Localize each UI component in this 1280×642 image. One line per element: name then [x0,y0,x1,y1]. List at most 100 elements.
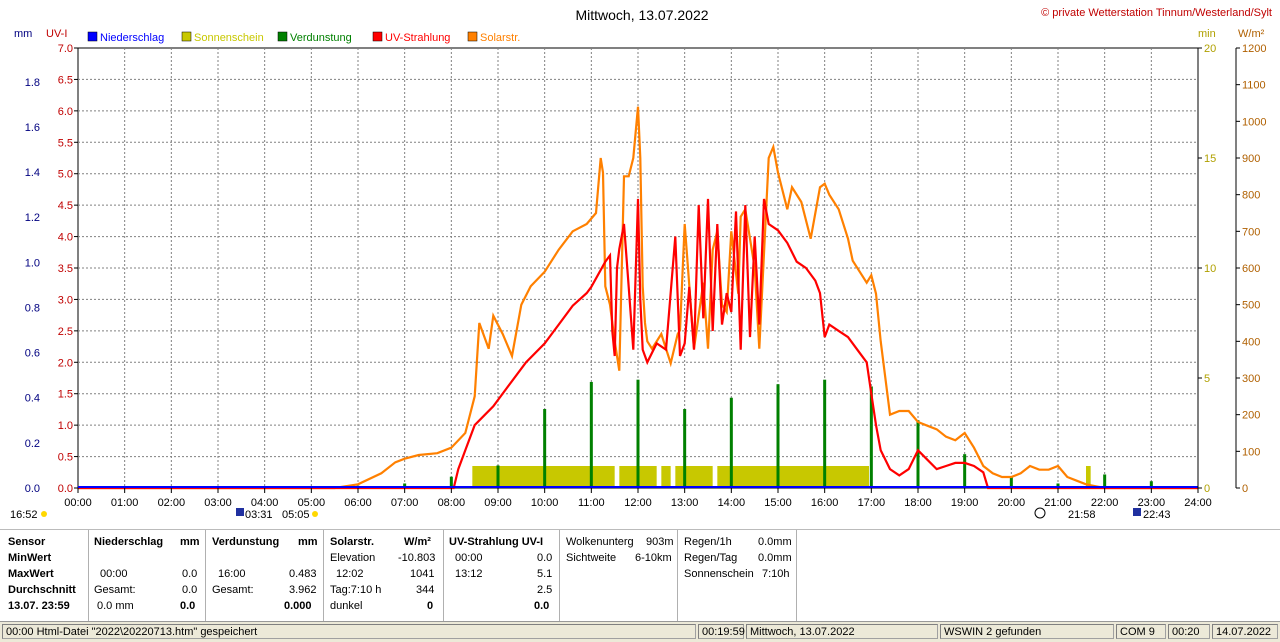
legend-swatch [467,31,478,42]
x-tick-label: 17:00 [858,497,886,509]
moon-rise-time: 22:43 [1143,509,1171,521]
mm-tick-label: 0.0 [25,483,40,495]
wm2-tick-label: 1000 [1242,116,1266,128]
min-tick-label: 10 [1204,263,1216,275]
sunset-time: 05:05 [282,509,310,521]
niederschlag-max-val: 0.0 [182,568,198,580]
solar-unit: W/m² [404,536,431,548]
wm2-tick-label: 500 [1242,300,1260,312]
legend-swatch [181,31,192,42]
evaporation-bar [589,381,593,488]
x-tick-label: 18:00 [904,497,932,509]
mm-tick-label: 0.2 [25,438,40,450]
uv-tick-label: 1.0 [58,420,73,432]
niederschlag-header: Niederschlag [94,536,164,548]
x-tick-label: 08:00 [438,497,466,509]
mm-tick-label: 1.4 [25,167,40,179]
uv-tick-label: 6.0 [58,106,73,118]
legend-swatch [277,31,288,42]
solar-elev-val: -10.803 [398,552,436,564]
sicht-label: Sichtweite [566,552,617,564]
sonnenschein-val: 7:10h [762,568,790,580]
regen1h-label: Regen/1h [684,536,732,548]
uv-tick-label: 5.0 [58,169,73,181]
solar-elev-label: Elevation [330,552,376,564]
sicht-val: 6-10km [635,552,672,564]
legend-label: Niederschlag [100,32,164,44]
sunset-sun-icon [312,511,318,517]
legend-label: UV-Strahlung [385,32,450,44]
x-tick-label: 20:00 [998,497,1026,509]
solar-max-val: 1041 [410,568,435,580]
wm2-tick-label: 400 [1242,336,1260,348]
mm-tick-label: 0.8 [25,302,40,314]
wm2-axis-unit: W/m² [1238,28,1265,40]
evaporation-bar [1103,474,1107,488]
niederschlag-gesamt-val: 0.0 [182,584,198,596]
evaporation-bar [963,454,967,488]
x-tick-label: 01:00 [111,497,139,509]
legend-swatch [372,31,383,42]
sensor-header: Sensor [8,536,46,548]
x-tick-label: 19:00 [951,497,979,509]
mm-tick-label: 1.6 [25,122,40,134]
x-tick-label: 06:00 [344,497,372,509]
x-tick-label: 12:00 [624,497,652,509]
moonrise-icon [1133,508,1141,516]
sunshine-block [675,466,713,488]
niederschlag-unit: mm [180,536,200,548]
uv-tick-label: 4.5 [58,200,73,212]
verdunstung-gesamt-label: Gesamt: [212,584,254,596]
status-wswin: WSWIN 2 gefunden [940,624,1114,639]
status-bar: 00:00 Html-Datei "2022\20220713.htm" ges… [0,621,1280,642]
sunshine-block [717,466,869,488]
weather-chart: 00:00 01:00 02:00 03:00 04:00 05:00 06:00 07:00… [10,7,1272,521]
mm-tick-label: 1.2 [25,212,40,224]
niederschlag-gesamt-label: Gesamt: [94,584,136,596]
wolken-val: 903m [646,536,674,548]
x-tick-label: 16:00 [811,497,839,509]
evaporation-bar [496,465,500,488]
mm-tick-label: 0.4 [25,393,40,405]
status-date: Mittwoch, 13.07.2022 [746,624,938,639]
verdunstung-gesamt-val: 3.962 [289,584,317,596]
moon-set-time: 21:58 [1068,509,1096,521]
uv-axis-unit: UV-I [46,28,67,40]
x-tick-label: 22:00 [1091,497,1119,509]
sunrise-time: 03:31 [245,509,273,521]
uv-tick-label: 7.0 [58,43,73,55]
evaporation-bar [636,379,640,488]
x-tick-label: 15:00 [764,497,792,509]
mm-tick-label: 1.0 [25,257,40,269]
uv-min-val: 0.0 [537,552,553,564]
niederschlag-avg-total: 0.0 [180,600,196,612]
x-tick-label: 11:00 [578,497,605,509]
x-tick-label: 10:00 [531,497,559,509]
uv-tick-label: 1.5 [58,389,73,401]
minwert-label: MinWert [8,552,52,564]
uv-max-time: 13:12 [455,568,483,580]
wm2-tick-label: 1100 [1242,80,1266,92]
x-tick-label: 13:00 [671,497,699,509]
status-com: COM 9 [1116,624,1166,639]
x-tick-label: 24:00 [1184,497,1212,509]
mm-tick-label: 1.8 [25,77,40,89]
sonnenschein-label: Sonnenschein [684,568,754,580]
wolken-label: Wolkenunterg [566,536,634,548]
min-tick-label: 0 [1204,483,1210,495]
solar-dunkel-label: dunkel [330,600,363,612]
mm-axis-unit: mm [14,28,32,40]
regentag-val: 0.0mm [758,552,792,564]
min-tick-label: 5 [1204,373,1210,385]
min-tick-label: 20 [1204,43,1216,55]
uv-tick-label: 4.0 [58,232,73,244]
moon-icon [1034,507,1046,519]
x-tick-label: 23:00 [1138,497,1166,509]
solar-tag-val: 344 [416,584,435,596]
verdunstung-avg-total: 0.000 [284,600,312,612]
regentag-label: Regen/Tag [684,552,738,564]
status-time2: 00:20 [1168,624,1210,639]
status-date2: 14.07.2022 [1212,624,1278,639]
uv-tick-label: 0.0 [58,483,73,495]
solar-header: Solarstr. [330,536,375,548]
